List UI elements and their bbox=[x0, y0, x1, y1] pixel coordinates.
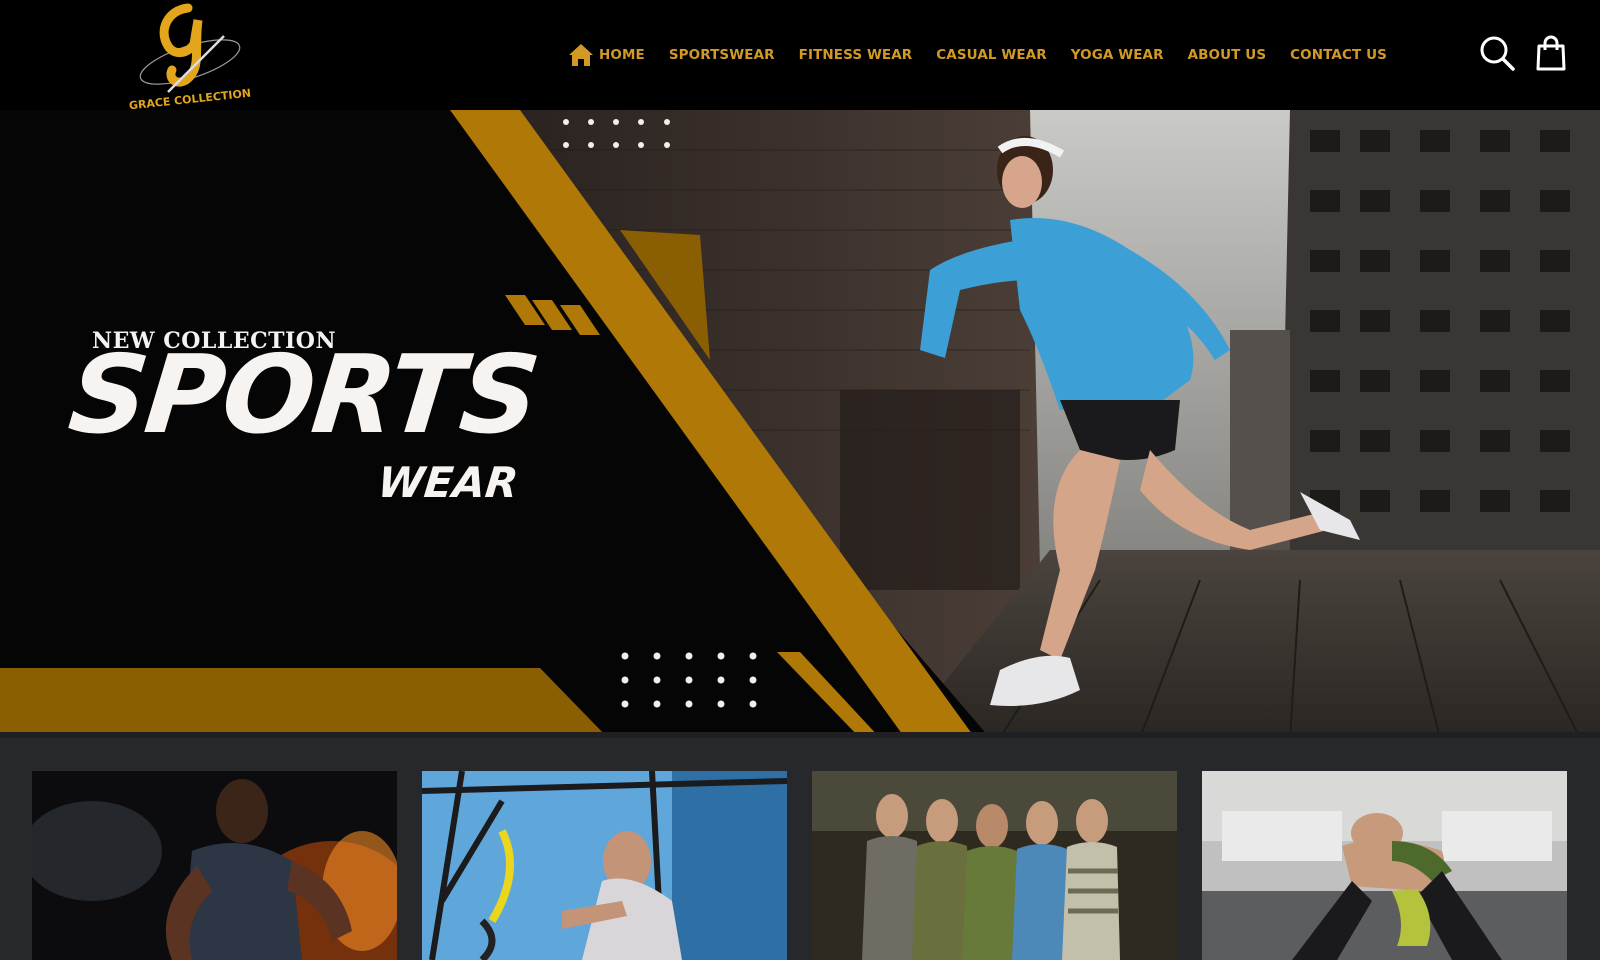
shopping-bag-icon[interactable] bbox=[1532, 34, 1570, 72]
nav-sportswear[interactable]: SPORTSWEAR bbox=[669, 47, 775, 63]
nav-home-label: HOME bbox=[599, 47, 645, 63]
woman-trx-training-photo bbox=[422, 771, 787, 960]
category-card-yoga-wear[interactable] bbox=[1202, 771, 1567, 960]
nav-fitness-wear[interactable]: FITNESS WEAR bbox=[799, 47, 913, 63]
home-icon bbox=[569, 44, 593, 66]
man-running-fire-photo bbox=[32, 771, 397, 960]
nav-yoga-wear[interactable]: YOGA WEAR bbox=[1071, 47, 1164, 63]
nav-home[interactable]: HOME bbox=[568, 43, 645, 67]
hero-banner[interactable]: NEW COLLECTION SPORTS WEAR bbox=[0, 110, 1600, 738]
nav-contact-us[interactable]: CONTACT US bbox=[1290, 47, 1387, 63]
woman-yoga-rest-photo bbox=[1202, 771, 1567, 960]
svg-text:GRACE COLLECTION: GRACE COLLECTION bbox=[128, 87, 251, 110]
hero-title: SPORTS bbox=[63, 333, 544, 458]
group-casual-tshirts-photo bbox=[812, 771, 1177, 960]
category-card-casual-wear[interactable] bbox=[812, 771, 1177, 960]
category-card-fitness-wear[interactable] bbox=[422, 771, 787, 960]
brand-logo[interactable]: GRACE COLLECTION bbox=[128, 0, 254, 110]
nav-casual-wear[interactable]: CASUAL WEAR bbox=[936, 47, 1046, 63]
main-nav: HOME SPORTSWEAR FITNESS WEAR CASUAL WEAR… bbox=[568, 40, 1387, 70]
header-actions bbox=[1462, 34, 1570, 72]
site-header: GRACE COLLECTION HOME SPORTSWEAR FITNESS… bbox=[0, 0, 1600, 110]
hero-subtitle: WEAR bbox=[375, 458, 521, 507]
category-card-sportswear[interactable] bbox=[32, 771, 397, 960]
search-icon[interactable] bbox=[1478, 34, 1516, 72]
category-cards bbox=[32, 771, 1568, 960]
nav-about-us[interactable]: ABOUT US bbox=[1188, 47, 1267, 63]
